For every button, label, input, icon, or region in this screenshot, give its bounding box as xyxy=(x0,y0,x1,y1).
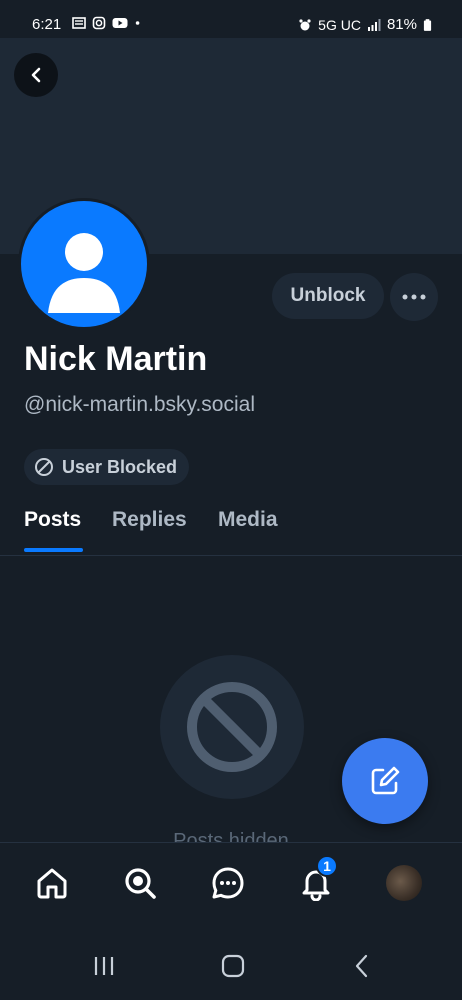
block-icon-large xyxy=(187,682,277,772)
youtube-icon xyxy=(112,18,128,28)
back-button[interactable] xyxy=(14,53,58,97)
tab-media[interactable]: Media xyxy=(218,508,278,532)
home-icon xyxy=(37,868,67,899)
notifications-badge: 1 xyxy=(316,855,338,877)
status-time: 6:21 xyxy=(32,16,62,33)
chevron-left-system-icon xyxy=(355,954,368,978)
block-icon xyxy=(35,458,53,476)
user-blocked-badge: User Blocked xyxy=(24,449,190,485)
nav-chat[interactable] xyxy=(206,861,250,905)
status-right: 5G UC 81% xyxy=(298,16,432,33)
signal-icon xyxy=(367,18,381,31)
dot-icon xyxy=(135,21,140,25)
nav-profile[interactable] xyxy=(382,861,426,905)
network-label: 5G UC xyxy=(318,16,361,33)
tab-replies[interactable]: Replies xyxy=(112,508,187,532)
ellipsis-icon xyxy=(402,294,426,300)
display-name: Nick Martin xyxy=(24,340,208,378)
home-system-button[interactable] xyxy=(217,952,249,980)
more-options-button[interactable] xyxy=(390,273,438,321)
posts-hidden-text: Posts hidden xyxy=(173,830,289,842)
active-tab-indicator xyxy=(24,548,83,552)
posts-hidden-icon-container xyxy=(160,655,304,799)
instagram-icon xyxy=(92,16,106,30)
battery-icon xyxy=(423,18,432,31)
nav-notifications[interactable]: 1 xyxy=(294,855,338,905)
profile-avatar[interactable] xyxy=(18,198,150,330)
compose-icon xyxy=(371,766,400,795)
nav-home[interactable] xyxy=(30,861,74,905)
tab-posts[interactable]: Posts xyxy=(24,508,81,532)
chevron-left-icon xyxy=(31,67,41,83)
default-user-icon xyxy=(48,233,120,313)
profile-tabs: Posts Replies Media xyxy=(0,496,462,556)
search-icon xyxy=(125,868,156,899)
home-square-icon xyxy=(221,954,245,978)
back-system-button[interactable] xyxy=(346,952,378,980)
recent-apps-button[interactable] xyxy=(88,952,120,980)
compose-post-button[interactable] xyxy=(342,738,428,824)
nav-search[interactable] xyxy=(118,861,162,905)
profile-avatar-small xyxy=(386,865,422,901)
news-icon xyxy=(72,17,86,29)
chat-icon xyxy=(212,867,244,899)
battery-label: 81% xyxy=(386,16,417,33)
unblock-button[interactable]: Unblock xyxy=(272,273,384,319)
user-blocked-label: User Blocked xyxy=(62,456,178,477)
profile-handle: @nick-martin.bsky.social xyxy=(24,393,255,416)
status-left-icons xyxy=(72,16,144,30)
recent-apps-icon xyxy=(94,957,114,975)
bottom-navigation: 1 xyxy=(0,842,462,932)
alarm-icon xyxy=(299,18,311,30)
system-navigation-bar xyxy=(0,932,462,1000)
